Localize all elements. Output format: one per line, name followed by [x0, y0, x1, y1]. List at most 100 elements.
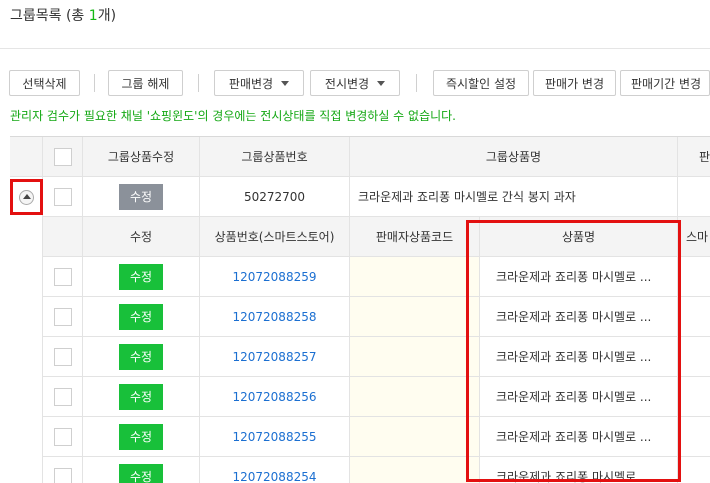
edit-label: 수정: [130, 428, 152, 445]
product-name: 크라운제과 죠리퐁 마시멜로 ...: [496, 388, 651, 405]
display-change-label: 전시변경: [325, 75, 369, 92]
product-name-cell: 크라운제과 죠리퐁 마시멜로 ...: [480, 417, 678, 457]
edit-label: 수정: [130, 388, 152, 405]
sub-header-seller-code: 판매자상품코드: [350, 217, 480, 257]
edit-button[interactable]: 수정: [119, 424, 163, 450]
sale-change-dropdown[interactable]: 판매변경: [214, 70, 304, 96]
product-name-cell: 크라운제과 죠리퐁 마시멜로 ...: [480, 297, 678, 337]
group-sale-cell: [678, 177, 710, 217]
product-number-link[interactable]: 12072088254: [233, 470, 317, 483]
divider: [0, 48, 710, 49]
checkbox-cell: [43, 337, 83, 377]
edit-label: 수정: [130, 348, 152, 365]
checkbox-cell: [43, 297, 83, 337]
select-delete-button[interactable]: 선택삭제: [9, 70, 80, 96]
seller-code-cell[interactable]: [350, 297, 480, 337]
expand-toggle-highlight: [10, 179, 43, 215]
smartstore-cell: [678, 457, 710, 483]
toolbar-separator: [198, 74, 199, 92]
product-name-cell: 크라운제과 죠리퐁 마시멜로 ...: [480, 257, 678, 297]
row-checkbox[interactable]: [54, 308, 72, 326]
price-change-button[interactable]: 판매가 변경: [533, 70, 616, 96]
product-number-link[interactable]: 12072088256: [233, 390, 317, 404]
header-group-no: 그룹상품번호: [200, 137, 350, 177]
seller-code-cell[interactable]: [350, 257, 480, 297]
group-row-checkbox-cell: [43, 177, 83, 217]
row-checkbox[interactable]: [54, 468, 72, 483]
group-edit-button[interactable]: 수정: [119, 184, 163, 210]
product-name: 크라운제과 죠리퐁 마시멜로 ...: [496, 308, 651, 325]
smartstore-cell: [678, 297, 710, 337]
product-number-link[interactable]: 12072088257: [233, 350, 317, 364]
select-all-checkbox[interactable]: [54, 148, 72, 166]
row-checkbox[interactable]: [54, 188, 72, 206]
edit-cell: 수정: [83, 257, 200, 297]
product-name: 크라운제과 죠리퐁 마시멜로 ...: [496, 428, 651, 445]
header-group-name: 그룹상품명: [350, 137, 678, 177]
checkbox-cell: [43, 417, 83, 457]
header-label: 그룹상품명: [486, 148, 541, 165]
product-no-cell: 12072088255: [200, 417, 350, 457]
ungroup-button[interactable]: 그룹 해제: [108, 70, 183, 96]
header-label: 수정: [130, 228, 152, 245]
header-label: 판: [699, 148, 710, 165]
edit-cell: 수정: [83, 377, 200, 417]
product-number-link[interactable]: 12072088258: [233, 310, 317, 324]
seller-code-cell[interactable]: [350, 377, 480, 417]
header-group-edit: 그룹상품수정: [83, 137, 200, 177]
edit-button[interactable]: 수정: [119, 344, 163, 370]
notice-text: 관리자 검수가 필요한 채널 '쇼핑윈도'의 경우에는 전시상태를 직접 변경하…: [10, 107, 456, 124]
header-expand-col: [10, 137, 43, 177]
edit-label: 수정: [130, 308, 152, 325]
product-number-link[interactable]: 12072088259: [233, 270, 317, 284]
header-label: 상품명: [562, 228, 595, 245]
instant-discount-button[interactable]: 즉시할인 설정: [433, 70, 529, 96]
period-change-button[interactable]: 판매기간 변경: [620, 70, 710, 96]
expand-col: [10, 177, 43, 483]
title-prefix: 그룹목록 (총: [10, 8, 89, 24]
seller-code-cell[interactable]: [350, 457, 480, 483]
row-checkbox[interactable]: [54, 428, 72, 446]
group-table: 그룹상품수정 그룹상품번호 그룹상품명 판 수정 50272700 크라운제과 …: [10, 136, 710, 483]
product-name: 크라운제과 죠리퐁 마시멜로 ...: [496, 348, 651, 365]
edit-label: 수정: [130, 188, 152, 205]
group-name-cell: 크라운제과 죠리퐁 마시멜로 간식 봉지 과자: [350, 177, 678, 217]
row-checkbox[interactable]: [54, 268, 72, 286]
group-count: 1: [89, 8, 98, 24]
row-checkbox[interactable]: [54, 348, 72, 366]
sub-header-checkbox-cell: [43, 217, 83, 257]
edit-button[interactable]: 수정: [119, 304, 163, 330]
display-change-dropdown[interactable]: 전시변경: [310, 70, 400, 96]
seller-code-cell[interactable]: [350, 417, 480, 457]
seller-code-cell[interactable]: [350, 337, 480, 377]
product-no-cell: 12072088254: [200, 457, 350, 483]
page-title: 그룹목록 (총 1개): [10, 5, 116, 25]
smartstore-cell: [678, 257, 710, 297]
product-name-cell: 크라운제과 죠리퐁 마시멜로 ...: [480, 337, 678, 377]
product-no-cell: 12072088259: [200, 257, 350, 297]
toolbar-separator: [416, 74, 417, 92]
price-change-label: 판매가 변경: [545, 75, 604, 92]
collapse-arrow-icon[interactable]: [19, 190, 34, 205]
edit-button[interactable]: 수정: [119, 264, 163, 290]
group-name: 크라운제과 죠리퐁 마시멜로 간식 봉지 과자: [358, 188, 576, 205]
arrow-up-glyph: [23, 194, 31, 199]
header-label: 그룹상품수정: [108, 148, 174, 165]
edit-button[interactable]: 수정: [119, 464, 163, 483]
header-label: 판매자상품코드: [376, 228, 453, 245]
edit-cell: 수정: [83, 417, 200, 457]
period-change-label: 판매기간 변경: [631, 75, 701, 92]
header-checkbox-cell: [43, 137, 83, 177]
edit-cell: 수정: [83, 297, 200, 337]
edit-cell: 수정: [83, 457, 200, 483]
ungroup-label: 그룹 해제: [122, 75, 170, 92]
row-checkbox[interactable]: [54, 388, 72, 406]
caret-down-icon: [377, 81, 385, 86]
header-sale: 판: [678, 137, 710, 177]
caret-down-icon: [281, 81, 289, 86]
smartstore-cell: [678, 377, 710, 417]
product-number-link[interactable]: 12072088255: [233, 430, 317, 444]
title-suffix: 개): [98, 8, 116, 24]
edit-button[interactable]: 수정: [119, 384, 163, 410]
product-no-cell: 12072088257: [200, 337, 350, 377]
